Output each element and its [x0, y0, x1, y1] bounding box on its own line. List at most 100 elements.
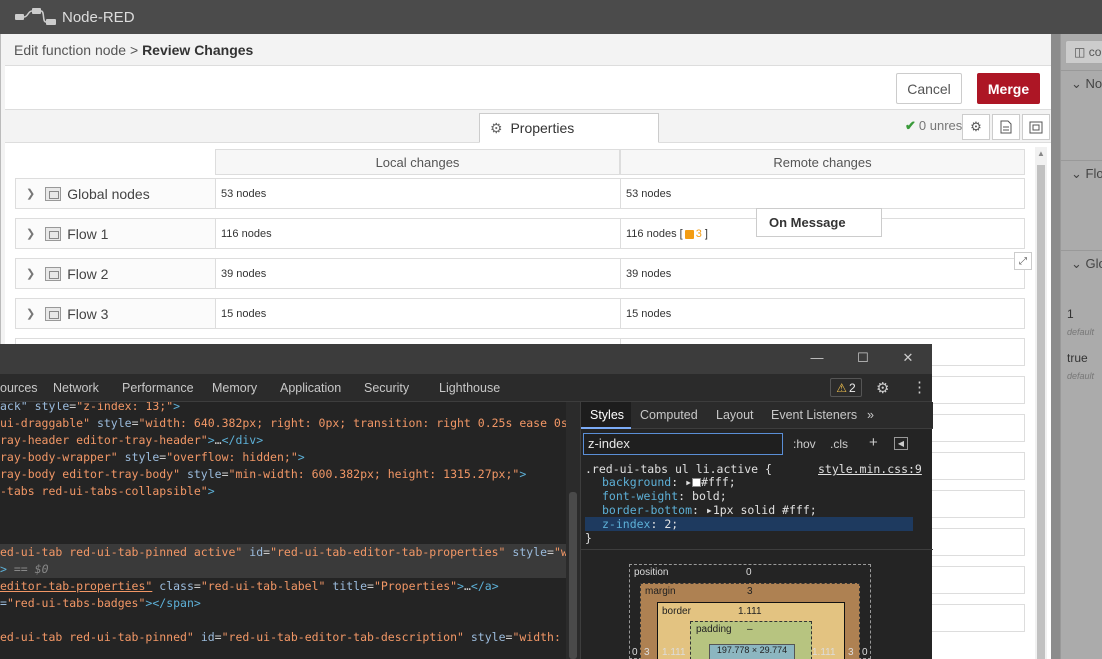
settings-button[interactable]: ⚙ [962, 114, 990, 140]
warning-icon: ⚠ [836, 380, 848, 395]
dom-line[interactable]: > == $0 [0, 561, 49, 578]
right-outer: 0 [862, 647, 868, 658]
css-property[interactable]: z-index: 2; [602, 517, 678, 531]
left-margin: 3 [644, 647, 650, 658]
dom-line[interactable]: ray-body-wrapper" style="overflow: hidde… [0, 449, 305, 466]
row-label: Flow 2 [67, 265, 109, 282]
close-icon[interactable]: ✕ [898, 350, 918, 368]
tab-sources[interactable]: ources [0, 381, 38, 395]
dom-line[interactable]: ack" style="z-index: 13;"> [0, 402, 180, 415]
chevron-down-icon: ⌄ [1071, 166, 1082, 181]
merge-button[interactable]: Merge [977, 73, 1040, 104]
row-label: Flow 1 [67, 225, 109, 242]
toggle-sidebar-icon[interactable]: ◀ [894, 437, 908, 450]
expand-icon[interactable]: ⤢ [1014, 252, 1032, 270]
tab-memory[interactable]: Memory [212, 381, 257, 395]
cancel-button[interactable]: Cancel [896, 73, 962, 104]
scroll-thumb[interactable] [569, 492, 577, 659]
color-swatch[interactable] [692, 478, 702, 487]
elements-scrollbar[interactable] [566, 402, 580, 659]
hov-button[interactable]: :hov [793, 437, 816, 451]
section-label: No [1085, 76, 1102, 91]
dom-line[interactable]: ="red-ui-tabs-badges"></span> [0, 595, 201, 612]
border-value[interactable]: 1.111 [738, 606, 762, 617]
breadcrumb: Edit function node > Review Changes [5, 34, 1051, 66]
dom-line[interactable]: ui-draggable" style="width: 640.382px; r… [0, 415, 566, 432]
add-rule-icon[interactable]: + [869, 434, 878, 451]
tab-layout[interactable]: Layout [716, 408, 754, 422]
dom-line[interactable]: ray-body editor-tray-body" style="min-wi… [0, 466, 526, 483]
minimize-icon[interactable]: — [807, 350, 827, 368]
box-content[interactable]: 197.778 × 29.774 [709, 644, 795, 659]
section-label: Glo [1085, 256, 1102, 271]
padding-value[interactable]: – [747, 624, 753, 635]
cls-button[interactable]: .cls [830, 437, 848, 451]
tab-network[interactable]: Network [53, 381, 99, 395]
css-property[interactable]: border-bottom: ▸1px solid #fff; [602, 503, 817, 517]
column-divider [620, 219, 621, 248]
styles-filter-input[interactable]: z-index [583, 433, 783, 455]
breadcrumb-separator: > [129, 42, 139, 58]
tab-lighthouse[interactable]: Lighthouse [439, 381, 500, 395]
devtools-tabs: ources Network Performance Memory Applic… [0, 374, 932, 402]
flow-icon [45, 266, 62, 281]
changed-count: 3 [695, 228, 702, 240]
tab-styles[interactable]: Styles [590, 408, 624, 422]
tab-computed[interactable]: Computed [640, 408, 698, 422]
dom-line[interactable]: -tabs red-ui-tabs-collapsible"> [0, 483, 215, 500]
check-icon: ✔ [905, 118, 916, 133]
diff-row-global[interactable]: ❯ Global nodes 53 nodes 53 nodes [15, 178, 1025, 209]
sidebar-tab[interactable]: ◫ co [1065, 40, 1102, 64]
gear-icon[interactable]: ⚙ [876, 379, 889, 397]
sidebar-section-1[interactable]: ⌄ No [1061, 70, 1102, 96]
left-outer: 0 [632, 647, 638, 658]
tab-event-listeners[interactable]: Event Listeners [771, 408, 857, 422]
dom-line[interactable]: ed-ui-tab red-ui-tab-pinned" id="red-ui-… [0, 629, 566, 646]
sidebar-value: 1 [1067, 307, 1074, 321]
diff-row-flow3[interactable]: ❯ Flow 3 15 nodes 15 nodes [15, 298, 1025, 329]
position-value[interactable]: 0 [746, 567, 752, 578]
remote-count: 39 nodes [626, 268, 672, 280]
chevron-right-icon: ❯ [26, 308, 36, 320]
flow-icon [45, 306, 62, 321]
flow-icon [45, 226, 62, 241]
app-title: Node-RED [62, 8, 135, 26]
tab-properties[interactable]: ⚙ Properties [479, 113, 659, 143]
gear-icon: ⚙ [970, 119, 982, 134]
warnings-badge[interactable]: ⚠ 2 [830, 378, 862, 397]
tab-properties-label: Properties [510, 120, 575, 136]
description-button[interactable] [992, 114, 1020, 140]
margin-value[interactable]: 3 [747, 586, 753, 597]
unresolved-text: 0 unresolved [918, 118, 963, 133]
appearance-button[interactable] [1022, 114, 1050, 140]
css-property[interactable]: font-weight: bold; [602, 489, 727, 503]
tab-performance[interactable]: Performance [122, 381, 194, 395]
more-menu-icon[interactable]: ⋮ [912, 378, 927, 396]
tab-security[interactable]: Security [364, 381, 409, 395]
left-border: 1.111 [662, 647, 686, 658]
css-property[interactable]: background: ▸ #fff; [602, 475, 736, 489]
scroll-thumb[interactable] [1037, 165, 1045, 659]
breadcrumb-parent[interactable]: Edit function node [14, 42, 126, 58]
right-border: 1.111 [812, 647, 836, 658]
local-count: 53 nodes [221, 188, 267, 200]
stylesheet-link[interactable]: style.min.css:9 [818, 462, 922, 476]
dom-line[interactable]: ed-ui-tab red-ui-tab-pinned active" id="… [0, 544, 566, 561]
bracket: [ [679, 228, 683, 240]
chevron-down-icon: ⌄ [1071, 256, 1082, 271]
diff-scrollbar[interactable]: ▲ [1035, 147, 1047, 659]
scroll-up-icon[interactable]: ▲ [1037, 149, 1045, 158]
local-count: 116 nodes [221, 228, 272, 240]
diff-row-flow2[interactable]: ❯ Flow 2 39 nodes 39 nodes [15, 258, 1025, 289]
sidebar-value-sub: default [1067, 371, 1095, 381]
property-value: #fff; [701, 475, 736, 489]
sidebar-section-3[interactable]: ⌄ Glo [1061, 250, 1102, 276]
tab-application[interactable]: Application [280, 381, 341, 395]
database-icon: ◫ [1074, 45, 1086, 59]
dom-line[interactable]: ray-header editor-tray-header">…</div> [0, 432, 263, 449]
more-tabs-icon[interactable]: » [867, 408, 874, 422]
maximize-icon[interactable]: ☐ [853, 350, 873, 368]
column-header-local: Local changes [215, 149, 620, 175]
dom-line[interactable]: editor-tab-properties" class="red-ui-tab… [0, 578, 499, 595]
sidebar-section-2[interactable]: ⌄ Flo [1061, 160, 1102, 186]
